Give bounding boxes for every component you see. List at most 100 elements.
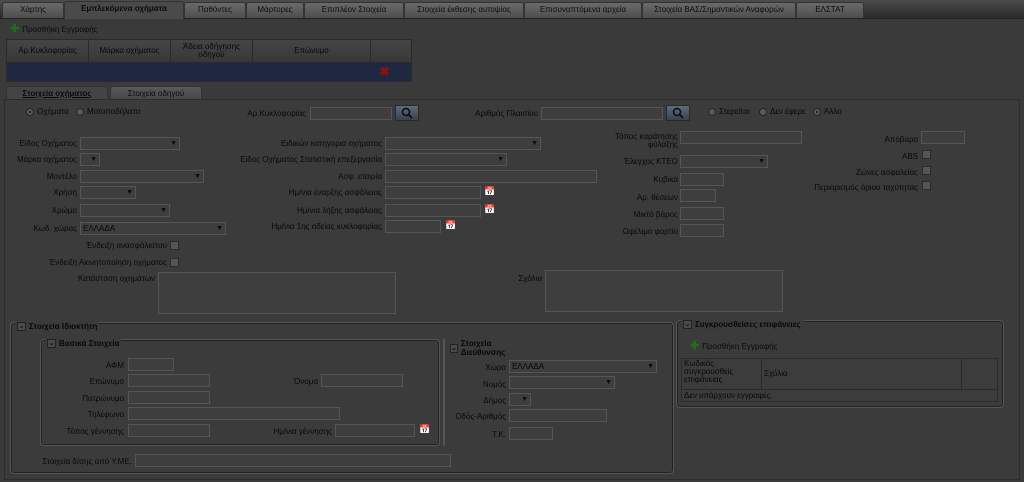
calendar-icon[interactable]: 📅 — [445, 220, 457, 231]
chassis-search-button[interactable] — [666, 105, 690, 121]
tab-attachments[interactable]: Επισυναπτόμενα αρχεία — [524, 2, 642, 18]
address-title[interactable]: ⌄ Στοιχεία Διεύθυνσης — [448, 339, 509, 357]
vehicle-kind-label: Είδος Οχήματος — [19, 139, 77, 148]
collapse-icon[interactable]: ⌄ — [17, 322, 26, 331]
calendar-icon[interactable]: 📅 — [419, 424, 431, 435]
country-code-select[interactable]: ΕΛΛΑΔΑ — [80, 222, 226, 235]
address-country-select[interactable]: ΕΛΛΑΔΑ — [509, 360, 657, 373]
address-title-label: Στοιχεία Διεύθυνσης — [460, 339, 506, 357]
brand-select[interactable] — [80, 153, 100, 166]
speed-limiter-checkbox[interactable] — [922, 181, 931, 190]
stat-kind-select[interactable] — [385, 153, 507, 166]
ins-end-label: Ημ/νια λήξης ασφάλειας — [297, 206, 382, 215]
afm-input[interactable] — [128, 358, 174, 371]
immobilized-checkbox[interactable] — [170, 258, 179, 267]
first-license-input[interactable] — [385, 220, 441, 233]
condition-textarea[interactable] — [158, 272, 396, 314]
radio-other[interactable] — [813, 108, 821, 116]
insurer-input[interactable] — [385, 170, 597, 183]
tab-victims[interactable]: Παθόντες — [184, 2, 246, 18]
calendar-icon[interactable]: 📅 — [484, 204, 496, 215]
tab-involved-vehicles[interactable]: Εμπλεκόμενα οχήματα — [64, 1, 184, 19]
ins-start-input[interactable] — [385, 186, 481, 199]
tab-inspection-report[interactable]: Στοιχεία έκθεσης αυτοψίας — [404, 2, 524, 18]
vehicle-kind-select[interactable] — [80, 137, 180, 150]
vehicles-grid: Αρ.Κυκλοφορίας Μάρκα οχήματος Άδεια οδήγ… — [6, 39, 412, 82]
surfaces-col-code[interactable]: Κωδικός συγκρουσθείς επιφάνειας — [682, 359, 762, 389]
birthplace-input[interactable] — [128, 424, 210, 437]
tab-witnesses[interactable]: Μάρτυρες — [246, 2, 304, 18]
name-label: Όνομα — [294, 377, 318, 386]
radio-lacks[interactable] — [708, 108, 716, 116]
birthdate-input[interactable] — [335, 424, 415, 437]
chassis-input[interactable] — [541, 107, 663, 120]
owner-title: Στοιχεία Ιδιοκτήτη — [29, 322, 98, 331]
plus-icon: ✚ — [690, 340, 700, 352]
grid-header-plate[interactable]: Αρ.Κυκλοφορίας — [7, 40, 89, 62]
yme-input[interactable] — [135, 454, 451, 467]
surname-input[interactable] — [128, 374, 210, 387]
uninsured-checkbox[interactable] — [170, 241, 179, 250]
tab-bas-reports[interactable]: Στοιχεία ΒΑΣ/Σημαντικών Αναφορών — [642, 2, 796, 18]
tab-elstat[interactable]: ΕΛΣΤΑΤ — [796, 2, 864, 18]
grid-header-actions — [371, 40, 411, 62]
tab-driver-details[interactable]: Στοιχεία οδηγού — [110, 86, 202, 100]
cc-input[interactable] — [680, 173, 724, 186]
immobilized-label: Ένδειξη Ακινητοποίηση οχήματος — [49, 258, 167, 267]
use-label: Χρήση — [53, 188, 77, 197]
radio-other-label: Άλλο — [824, 107, 842, 116]
color-select[interactable] — [80, 204, 170, 217]
tab-map[interactable]: Χάρτης — [2, 2, 64, 18]
uninsured-label: Ένδειξη ανασφάλιστου — [86, 241, 167, 250]
collapse-icon[interactable]: ⌄ — [47, 339, 56, 348]
surfaces-grid: Κωδικός συγκρουσθείς επιφάνειας Σχόλια Δ… — [681, 358, 998, 402]
plate-input[interactable] — [310, 107, 392, 120]
safety-zones-checkbox[interactable] — [922, 166, 931, 175]
model-select[interactable] — [80, 170, 204, 183]
collapse-icon[interactable]: ⌄ — [683, 320, 692, 329]
special-category-label: Ειδικών κατηγορια οχήματος — [281, 139, 382, 148]
prefecture-select[interactable] — [509, 376, 615, 389]
delete-icon[interactable]: ✖ — [379, 65, 390, 78]
storage-place-input[interactable] — [680, 131, 802, 144]
ktep-select[interactable] — [680, 155, 768, 168]
payload-input[interactable] — [680, 224, 724, 237]
street-input[interactable] — [509, 409, 607, 422]
country-code-label: Κωδ. χώρας — [33, 224, 77, 233]
basic-info-title[interactable]: ⌄ Βασικά Στοιχεία — [45, 339, 122, 348]
radio-vehicles[interactable] — [26, 108, 34, 116]
radio-mopeds[interactable] — [76, 108, 84, 116]
father-input[interactable] — [128, 391, 210, 404]
comments-textarea[interactable] — [545, 270, 783, 312]
surfaces-title[interactable]: ⌄ Συγκρουσθείσες επιφάνειες — [681, 320, 803, 329]
phone-input[interactable] — [128, 407, 340, 420]
zip-input[interactable] — [509, 427, 553, 440]
tab-extra-info[interactable]: Επιπλέον Στοιχεία — [304, 2, 404, 18]
calendar-icon[interactable]: 📅 — [484, 186, 496, 197]
gross-weight-input[interactable] — [680, 207, 724, 220]
grid-header-brand[interactable]: Μάρκα οχήματος — [89, 40, 171, 62]
grid-header-license[interactable]: Άδεια οδήγησης οδηγού — [171, 40, 253, 62]
special-category-select[interactable] — [385, 137, 541, 150]
address-country-label: Χώρα — [485, 363, 506, 372]
radio-not-carried[interactable] — [759, 108, 767, 116]
ins-end-input[interactable] — [385, 204, 481, 217]
name-input[interactable] — [321, 374, 403, 387]
owner-fieldset-title[interactable]: ⌄ Στοιχεία Ιδιοκτήτη — [15, 322, 100, 331]
prefecture-label: Νομός — [482, 380, 506, 389]
surfaces-add-button[interactable]: ✚ Προσθήκη Εγγραφής — [690, 340, 778, 352]
grid-header-surname[interactable]: Επώνυμο — [253, 40, 371, 62]
radio-vehicles-label: Οχήματα — [37, 107, 69, 116]
abs-checkbox[interactable] — [922, 150, 931, 159]
radio-lacks-label: Στερείται — [719, 107, 750, 116]
surfaces-col-comments[interactable]: Σχόλια — [762, 359, 962, 389]
tare-input[interactable] — [921, 131, 965, 144]
table-row[interactable]: ✖ — [7, 62, 411, 81]
plate-search-button[interactable] — [395, 105, 419, 121]
collapse-icon[interactable]: ⌄ — [450, 343, 458, 353]
municipality-select[interactable] — [509, 393, 531, 406]
seats-input[interactable] — [680, 189, 716, 202]
add-record-button[interactable]: ✚ Προσθήκη Εγγραφής — [10, 22, 98, 36]
use-select[interactable] — [80, 186, 136, 199]
surfaces-add-label: Προσθήκη Εγγραφής — [702, 341, 778, 351]
